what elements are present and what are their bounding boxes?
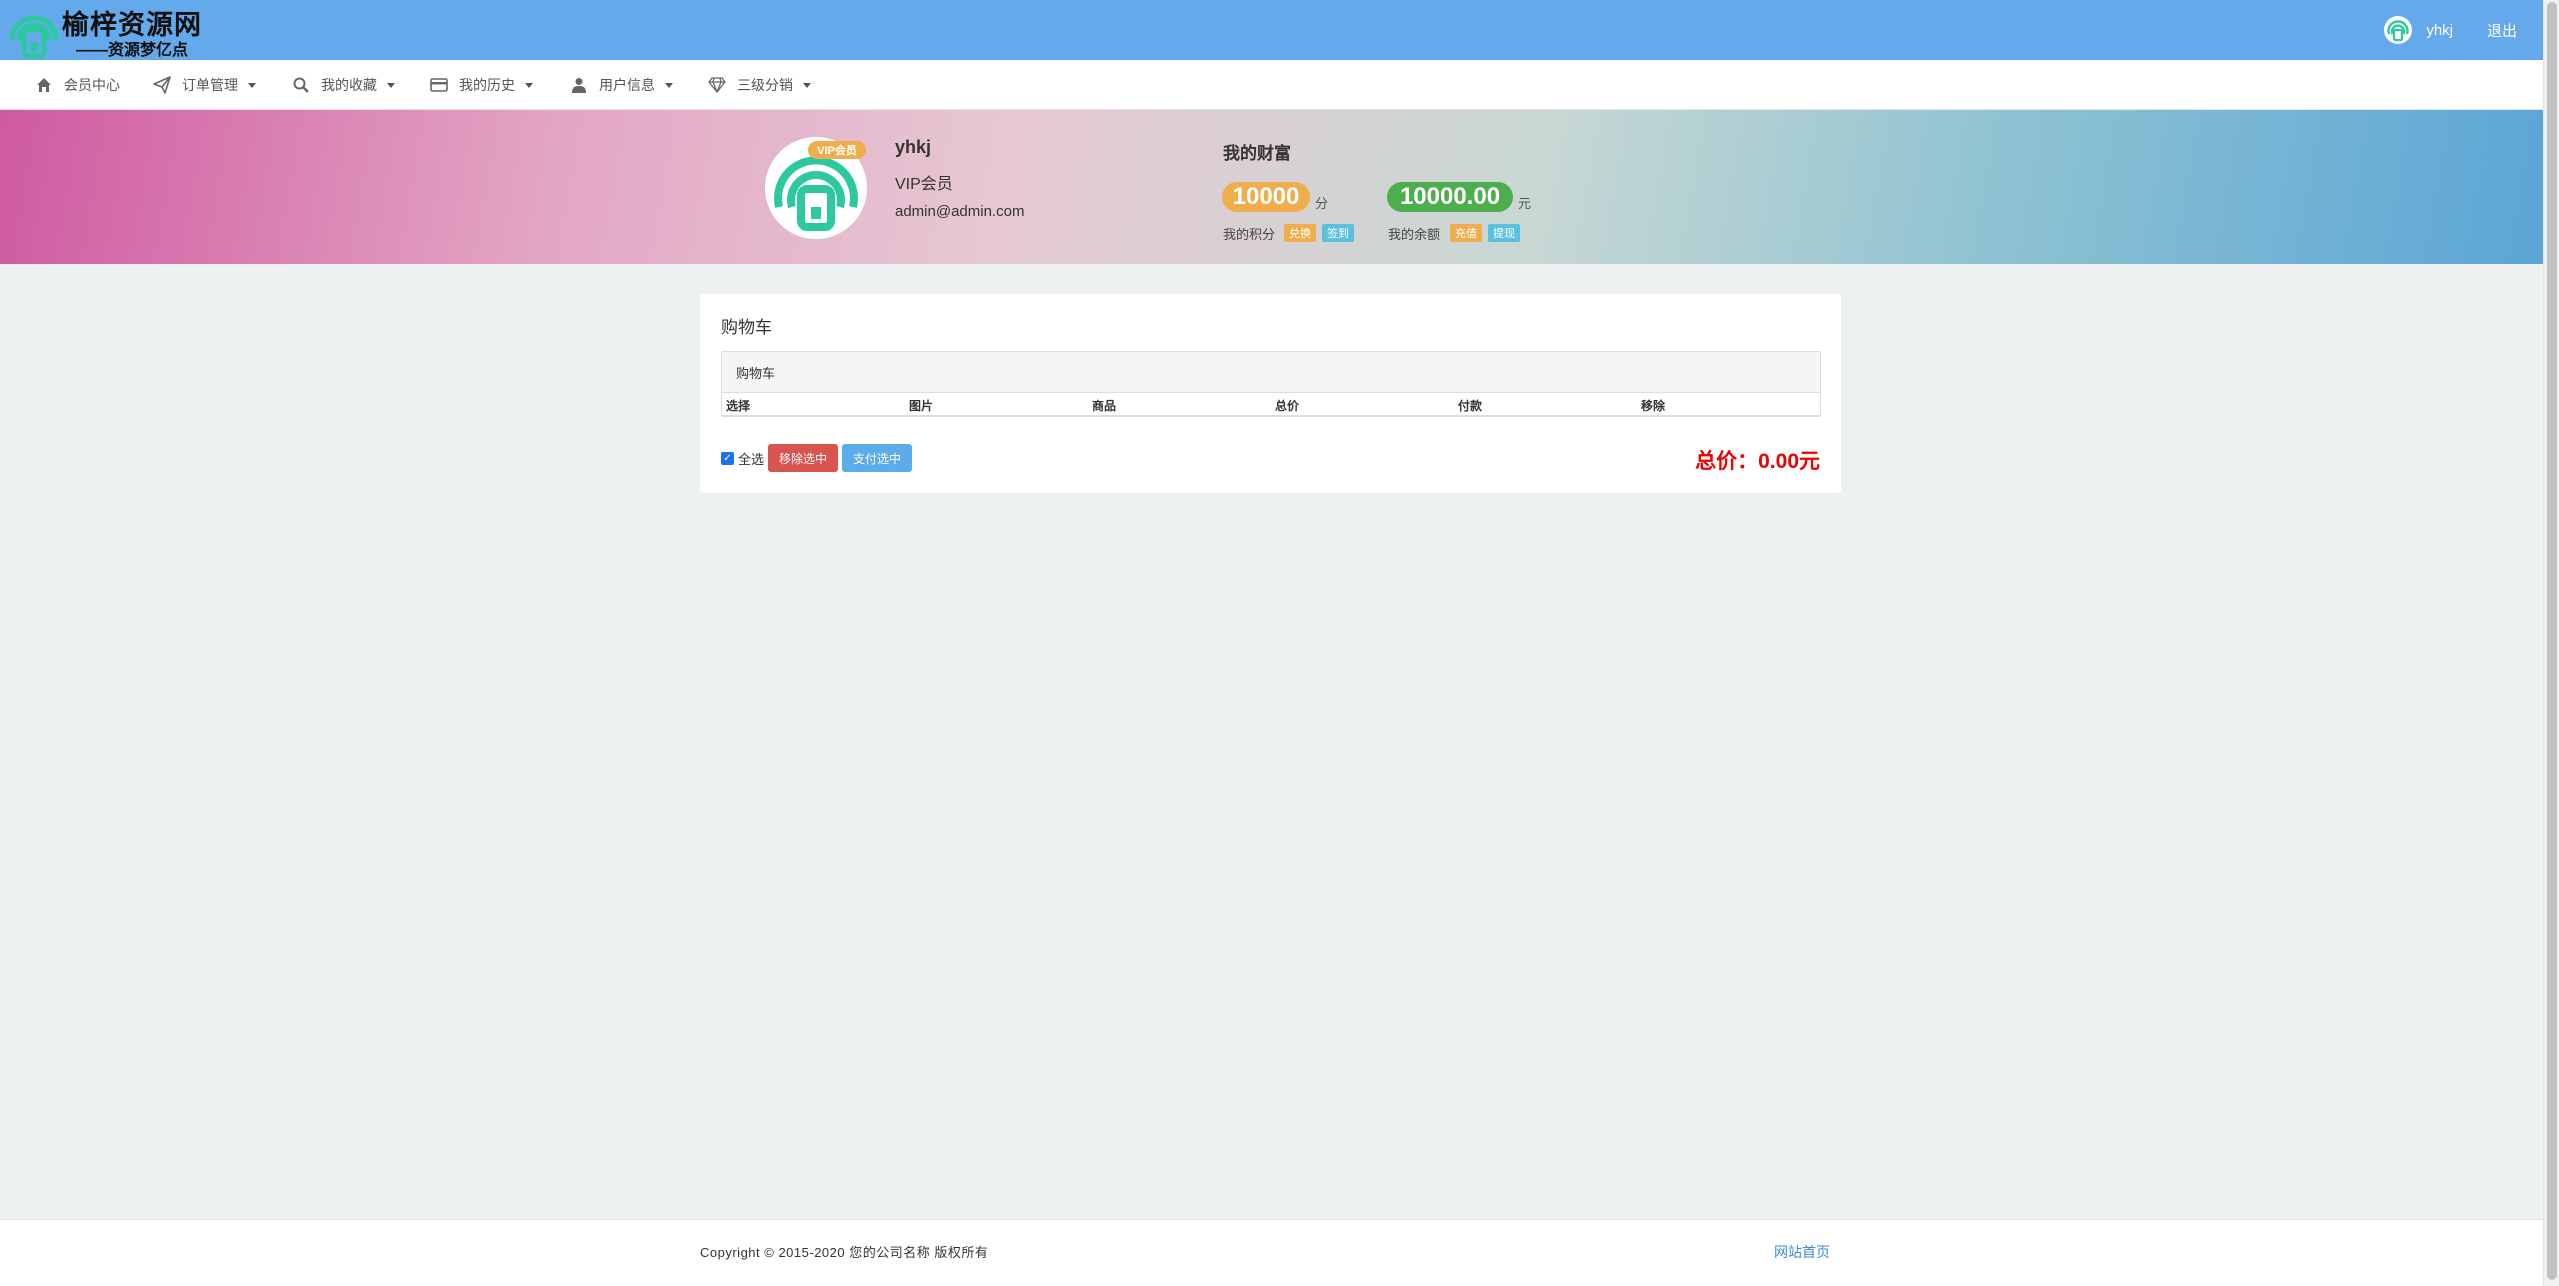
balance-label: 我的余额	[1388, 227, 1441, 242]
site-logo[interactable]: 榆梓资源网 ——资源梦亿点	[6, 0, 201, 60]
vip-badge: VIP会员	[808, 141, 866, 159]
home-icon	[34, 75, 54, 95]
diamond-icon	[707, 75, 727, 95]
cart-card: 购物车 购物车 选择 图片 商品 总价 付款 移除 ✓ 全选 移除选中 支付选中…	[700, 294, 1841, 493]
chevron-down-icon	[665, 82, 673, 88]
chevron-down-icon	[387, 82, 395, 88]
cart-title: 购物车	[721, 318, 772, 337]
column-header-remove: 移除	[1641, 399, 1666, 413]
nav-label: 会员中心	[64, 77, 120, 93]
page-footer: Copyright © 2015-2020 您的公司名称 版权所有 网站首页	[0, 1219, 2543, 1286]
pay-selected-button[interactable]: 支付选中	[842, 444, 913, 472]
nav-item-member-center[interactable]: 会员中心	[34, 60, 120, 110]
cart-table-header: 选择 图片 商品 总价 付款 移除	[722, 393, 1820, 417]
column-header-total: 总价	[1275, 399, 1300, 413]
chevron-down-icon	[803, 82, 811, 88]
nav-item-favorites[interactable]: 我的收藏	[291, 60, 395, 110]
remove-selected-button[interactable]: 移除选中	[768, 444, 839, 472]
nav-item-user-info[interactable]: 用户信息	[569, 60, 673, 110]
withdraw-button[interactable]: 提现	[1488, 224, 1520, 242]
search-icon	[291, 75, 311, 95]
nav-label: 三级分销	[737, 77, 793, 93]
chevron-down-icon	[248, 82, 256, 88]
copyright-text: Copyright © 2015-2020 您的公司名称 版权所有	[700, 1245, 989, 1260]
select-all-label[interactable]: 全选	[738, 449, 764, 468]
top-username: yhkj	[2426, 21, 2453, 39]
recharge-button[interactable]: 充值	[1450, 224, 1482, 242]
nav-label: 我的收藏	[321, 77, 377, 93]
column-header-image: 图片	[909, 399, 934, 413]
points-label: 我的积分	[1223, 227, 1276, 242]
exchange-button[interactable]: 兑换	[1284, 224, 1316, 242]
cart-actions: ✓ 全选 移除选中 支付选中	[721, 444, 916, 472]
points-value: 10000	[1222, 182, 1310, 212]
nav-label: 我的历史	[459, 77, 515, 93]
nav-label: 用户信息	[599, 77, 655, 93]
wifi-lock-logo-icon	[9, 15, 59, 59]
user-icon	[569, 75, 589, 95]
select-all-checkbox[interactable]: ✓	[721, 451, 734, 465]
balance-unit: 元	[1518, 196, 1532, 211]
cart-panel-heading: 购物车	[722, 352, 1820, 393]
home-link[interactable]: 网站首页	[1774, 1242, 1830, 1262]
column-header-product: 商品	[1092, 399, 1117, 413]
profile-level: VIP会员	[895, 176, 953, 193]
top-header: 榆梓资源网 ——资源梦亿点 yhkj 退出	[0, 0, 2543, 60]
profile-banner: VIP会员 yhkj VIP会员 admin@admin.com 我的财富 10…	[0, 110, 2543, 264]
paper-plane-icon	[152, 75, 172, 95]
user-avatar-icon	[2384, 16, 2413, 44]
logo-subtitle: ——资源梦亿点	[76, 42, 189, 59]
chevron-down-icon	[525, 82, 533, 88]
vertical-scrollbar[interactable]	[2543, 0, 2559, 1286]
credit-card-icon	[429, 75, 449, 95]
cart-panel: 购物车 选择 图片 商品 总价 付款 移除	[721, 351, 1821, 417]
nav-item-distribution[interactable]: 三级分销	[707, 60, 811, 110]
column-header-payment: 付款	[1458, 399, 1483, 413]
profile-email: admin@admin.com	[895, 203, 1025, 220]
column-header-select: 选择	[726, 399, 751, 413]
main-nav: 会员中心 订单管理 我的收藏 我的历史 用户信息 三级分销	[0, 60, 2543, 110]
scrollbar-thumb[interactable]	[2547, 2, 2557, 1280]
nav-label: 订单管理	[182, 77, 238, 93]
cart-total: 总价：0.00元	[1695, 450, 1820, 473]
top-user-menu[interactable]: yhkj	[2384, 16, 2453, 44]
balance-value: 10000.00	[1387, 182, 1513, 212]
points-unit: 分	[1315, 196, 1329, 211]
nav-item-history[interactable]: 我的历史	[429, 60, 533, 110]
nav-item-orders[interactable]: 订单管理	[152, 60, 256, 110]
logout-link[interactable]: 退出	[2487, 20, 2517, 41]
wealth-title: 我的财富	[1223, 144, 1291, 163]
profile-name: yhkj	[895, 137, 932, 157]
checkin-button[interactable]: 签到	[1322, 224, 1354, 242]
